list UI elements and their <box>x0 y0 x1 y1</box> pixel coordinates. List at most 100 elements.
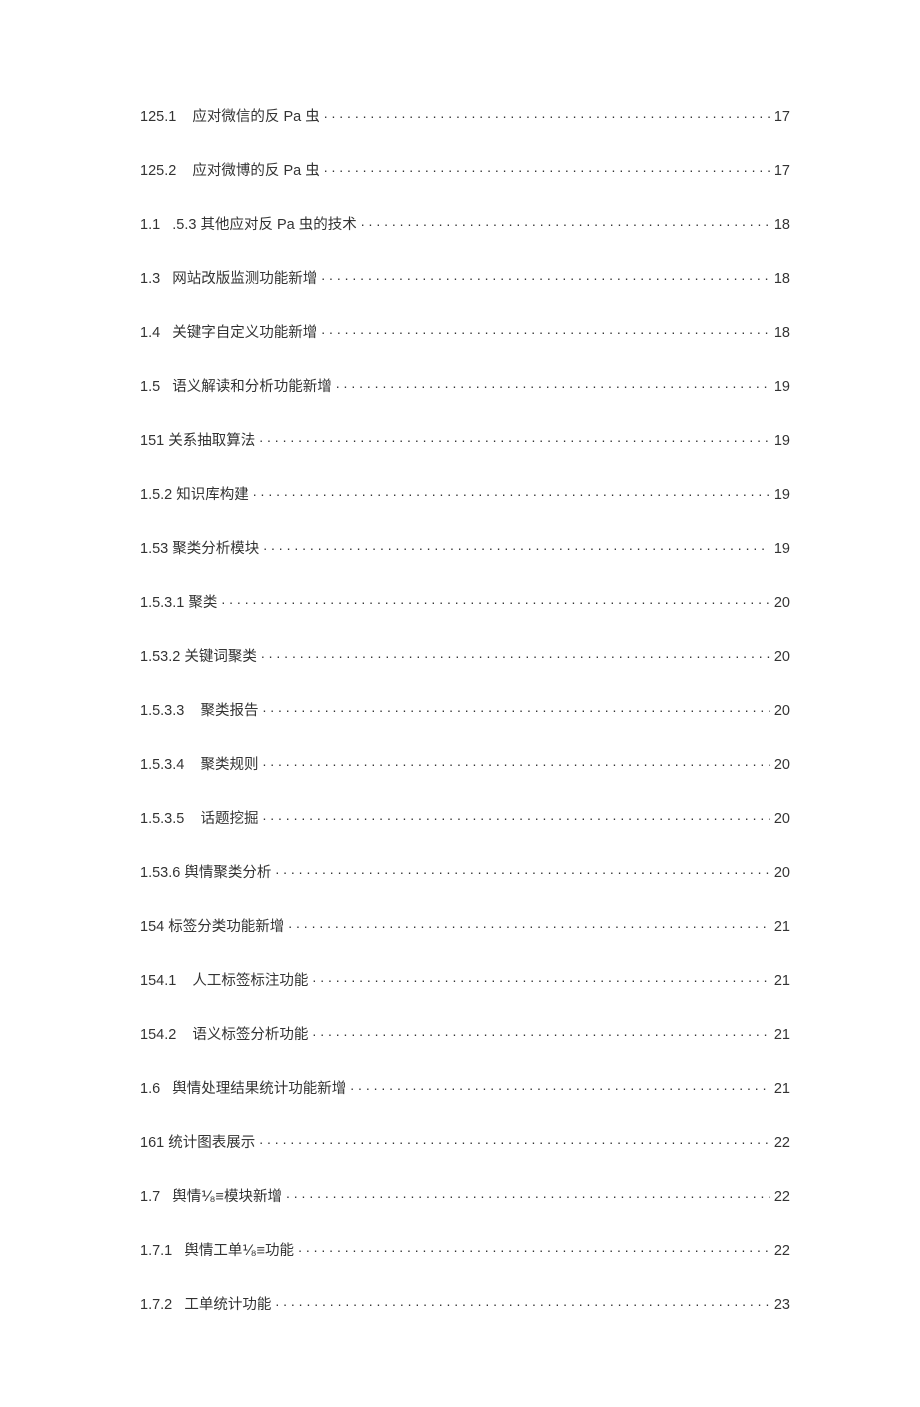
toc-entry: 1.7 舆情⅟₈≡模块新增22 <box>140 1185 790 1206</box>
toc-page-number: 21 <box>774 1027 790 1043</box>
toc-number: 1.7.1 <box>140 1243 172 1259</box>
toc-entry: 1.5.3.5 话题挖掘20 <box>140 807 790 828</box>
toc-gap <box>160 325 172 341</box>
toc-page-number: 17 <box>774 109 790 125</box>
toc-label: 网站改版监测功能新增 <box>172 267 317 288</box>
toc-page-number: 20 <box>774 865 790 881</box>
toc-entry: 125.2 应对微博的反 Pa 虫 17 <box>140 159 790 180</box>
toc-gap <box>160 1081 172 1097</box>
toc-entry: 154 标签分类功能新增21 <box>140 915 790 936</box>
toc-leader-dots <box>324 161 770 176</box>
toc-number: 1.4 <box>140 325 160 341</box>
toc-number: 1.53 聚类分析模块 <box>140 537 259 558</box>
toc-leader-dots <box>312 971 769 986</box>
toc-number: 154.2 <box>140 1027 176 1043</box>
toc-label: 人工标签标注功能 <box>192 969 308 990</box>
toc-number: 1.5.3.5 <box>140 811 184 827</box>
toc-leader-dots <box>321 323 770 338</box>
toc-entry: 154.2 语义标签分析功能 21 <box>140 1023 790 1044</box>
toc-label: 舆情工单⅟₈≡功能 <box>184 1239 294 1260</box>
toc-leader-dots <box>312 1025 769 1040</box>
toc-entry: 1.5.3.4 聚类规则 20 <box>140 753 790 774</box>
toc-leader-dots <box>361 215 770 230</box>
toc-leader-dots <box>262 755 769 770</box>
toc-number: 154.1 <box>140 973 176 989</box>
toc-entry: 1.6 舆情处理结果统计功能新增21 <box>140 1077 790 1098</box>
toc-leader-dots <box>253 485 770 500</box>
toc-label: 语义标签分析功能 <box>192 1023 308 1044</box>
toc-label: 聚类规则 <box>200 753 258 774</box>
toc-gap <box>184 703 200 719</box>
toc-gap <box>160 271 172 287</box>
toc-entry: 1.5 语义解读和分析功能新增 19 <box>140 375 790 396</box>
toc-page-number: 19 <box>774 379 790 395</box>
toc-leader-dots <box>324 107 770 122</box>
toc-gap <box>160 1189 172 1205</box>
toc-entry: 1.7.2 工单统计功能23 <box>140 1293 790 1314</box>
toc-entry: 1.5.2 知识库构建19 <box>140 483 790 504</box>
toc-gap <box>172 1297 184 1313</box>
toc-leader-dots <box>259 1133 770 1148</box>
toc-gap <box>176 1027 192 1043</box>
toc-gap <box>184 757 200 773</box>
toc-number: 1.3 <box>140 271 160 287</box>
toc-page-number: 22 <box>774 1135 790 1151</box>
toc-page-number: 20 <box>774 649 790 665</box>
toc-label: .5.3 其他应对反 Pa 虫的技术 <box>172 213 357 234</box>
toc-entry: 1.7.1 舆情工单⅟₈≡功能 22 <box>140 1239 790 1260</box>
toc-number: 151 关系抽取算法 <box>140 429 255 450</box>
toc-number: 161 统计图表展示 <box>140 1131 255 1152</box>
toc-entry: 154.1 人工标签标注功能 21 <box>140 969 790 990</box>
toc-page-number: 20 <box>774 703 790 719</box>
toc-entry: 151 关系抽取算法19 <box>140 429 790 450</box>
toc-label: 语义解读和分析功能新增 <box>172 375 332 396</box>
toc-leader-dots <box>221 593 769 608</box>
toc-label: 舆情⅟₈≡模块新增 <box>172 1185 282 1206</box>
toc-page-number: 18 <box>774 325 790 341</box>
toc-gap <box>176 163 192 179</box>
toc-label: 关键字自定义功能新增 <box>172 321 317 342</box>
toc-number: 1.5.3.3 <box>140 703 184 719</box>
toc-leader-dots <box>288 917 770 932</box>
toc-label: 聚类报告 <box>200 699 258 720</box>
toc-page-number: 22 <box>774 1189 790 1205</box>
toc-gap <box>160 217 172 233</box>
toc-number: 1.5.3.1 聚类 <box>140 591 217 612</box>
toc-leader-dots <box>263 539 770 554</box>
toc-number: 125.2 <box>140 163 176 179</box>
toc-number: 1.53.2 关键词聚类 <box>140 645 257 666</box>
toc-entry: 125.1 应对微信的反 Pa 虫17 <box>140 105 790 126</box>
toc-number: 1.5.3.4 <box>140 757 184 773</box>
toc-entry: 1.3 网站改版监测功能新增18 <box>140 267 790 288</box>
toc-page-number: 22 <box>774 1243 790 1259</box>
toc-page-number: 19 <box>774 541 790 557</box>
toc-leader-dots <box>275 863 770 878</box>
toc-page-number: 21 <box>774 973 790 989</box>
toc-leader-dots <box>286 1187 770 1202</box>
toc-entry: 1.1 .5.3 其他应对反 Pa 虫的技术18 <box>140 213 790 234</box>
toc-page-number: 21 <box>774 1081 790 1097</box>
toc-gap <box>176 109 192 125</box>
toc-leader-dots <box>262 701 769 716</box>
toc-label: 舆情处理结果统计功能新增 <box>172 1077 346 1098</box>
toc-leader-dots <box>275 1295 770 1310</box>
toc-entry: 1.53.2 关键词聚类 20 <box>140 645 790 666</box>
toc-gap <box>184 811 200 827</box>
toc-page-number: 20 <box>774 757 790 773</box>
toc-leader-dots <box>336 377 770 392</box>
toc-page-number: 19 <box>774 487 790 503</box>
toc-label: 话题挖掘 <box>200 807 258 828</box>
toc-number: 1.7.2 <box>140 1297 172 1313</box>
toc-label: 应对微博的反 Pa 虫 <box>192 159 319 180</box>
toc-page-number: 18 <box>774 217 790 233</box>
toc-leader-dots <box>298 1241 770 1256</box>
toc-number: 1.5 <box>140 379 160 395</box>
toc-number: 154 标签分类功能新增 <box>140 915 284 936</box>
toc-leader-dots <box>262 809 769 824</box>
toc-page-number: 17 <box>774 163 790 179</box>
toc-number: 125.1 <box>140 109 176 125</box>
toc-leader-dots <box>261 647 770 662</box>
toc-number: 1.53.6 舆情聚类分析 <box>140 861 271 882</box>
toc-entry: 1.5.3.1 聚类20 <box>140 591 790 612</box>
toc-page-number: 23 <box>774 1297 790 1313</box>
